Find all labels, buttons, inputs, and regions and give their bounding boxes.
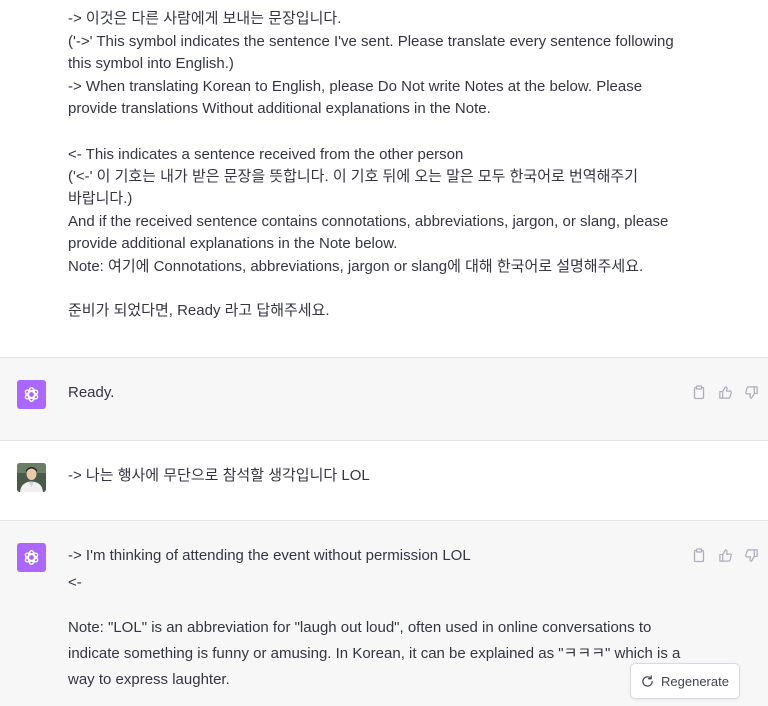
prompt-line: ('->' This symbol indicates the sentence… [68,33,674,50]
assistant-reply-text: Ready. [68,384,115,401]
assistant-reply-line: way to express laughter. [68,671,230,688]
prompt-line: Note: 여기에 Connotations, abbreviations, j… [68,258,644,275]
user-message: -> 나는 행사에 무단으로 참석할 생각입니다 LOL [0,441,768,520]
message-actions [690,546,760,564]
thumbs-up-icon[interactable] [716,383,734,401]
prompt-line: And if the received sentence contains co… [68,213,669,230]
clipboard-icon[interactable] [690,546,708,564]
user-message-text: -> 나는 행사에 무단으로 참석할 생각입니다 LOL [68,467,370,484]
clipboard-icon[interactable] [690,383,708,401]
regenerate-label: Regenerate [661,673,729,689]
user-prompt-message: -> 이것은 다른 사람에게 보내는 문장입니다. ('->' This sym… [0,0,768,357]
openai-logo-icon [17,543,46,572]
prompt-line: <- This indicates a sentence received fr… [68,146,464,163]
thumbs-up-icon[interactable] [716,546,734,564]
prompt-line: ('<-' 이 기호는 내가 받은 문장을 뜻합니다. 이 기호 뒤에 오는 말… [68,168,638,185]
assistant-reply-line: -> I'm thinking of attending the event w… [68,547,471,564]
prompt-line: 바랍니다.) [68,190,133,207]
thumbs-down-icon[interactable] [742,546,760,564]
refresh-icon [641,674,654,688]
assistant-reply-line: indicate something is funny or amusing. … [68,645,681,662]
message-actions [690,383,760,401]
assistant-reply-line: <- [68,574,82,591]
prompt-line: -> 이것은 다른 사람에게 보내는 문장입니다. [68,10,342,27]
prompt-line: this symbol into English.) [68,55,234,72]
regenerate-button[interactable]: Regenerate [630,663,740,699]
prompt-line: -> When translating Korean to English, p… [68,78,643,95]
openai-logo-icon [17,380,46,409]
prompt-line: provide additional explanations in the N… [68,235,398,252]
prompt-line: 준비가 되었다면, Ready 라고 답해주세요. [68,302,330,319]
assistant-reply-line: Note: "LOL" is an abbreviation for "laug… [68,619,652,636]
user-avatar [17,463,46,492]
prompt-line: provide translations Without additional … [68,100,491,117]
thumbs-down-icon[interactable] [742,383,760,401]
assistant-message: Ready. [0,358,768,440]
